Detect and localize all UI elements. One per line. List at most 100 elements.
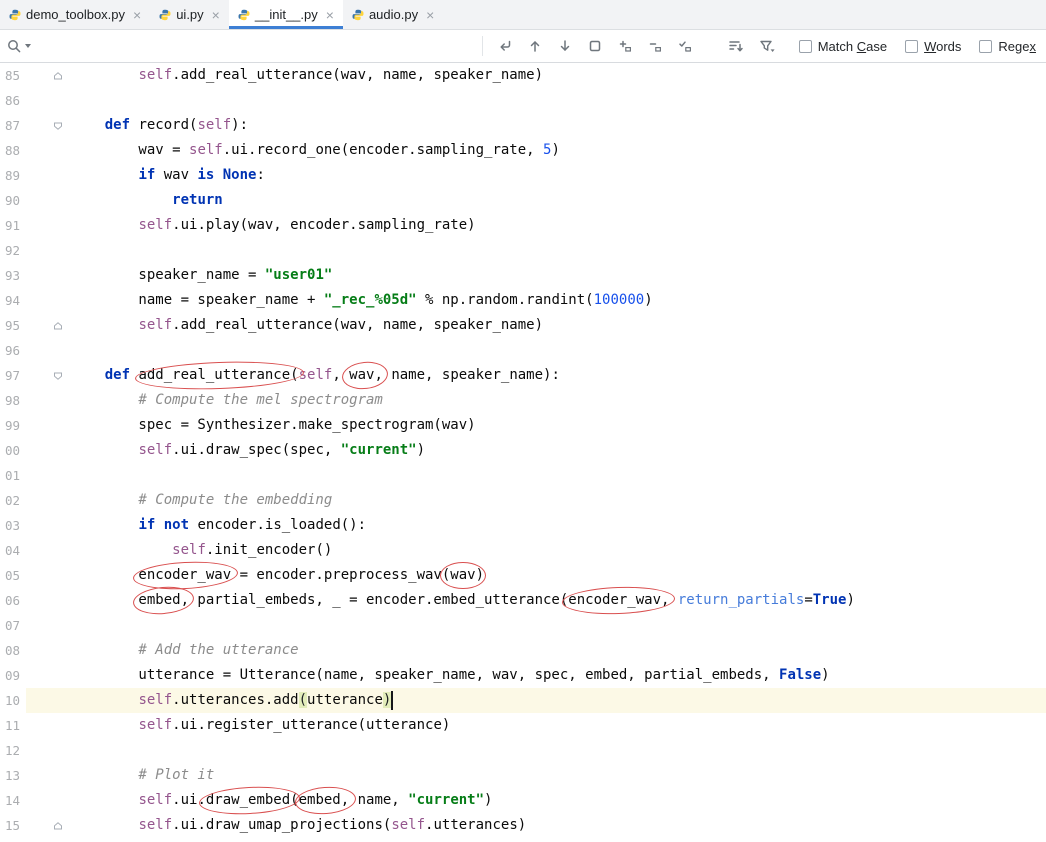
- code-text[interactable]: self.ui.draw_embed(embed, name, "current…: [71, 788, 1046, 813]
- line-number[interactable]: 09: [0, 663, 26, 688]
- code-line[interactable]: 95 self.add_real_utterance(wav, name, sp…: [0, 313, 1046, 338]
- line-body[interactable]: [26, 338, 1046, 363]
- find-in-selection-icon[interactable]: [587, 38, 603, 54]
- line-body[interactable]: encoder_wav = encoder.preprocess_wav(wav…: [26, 563, 1046, 588]
- checkbox-icon[interactable]: [798, 39, 812, 53]
- gutter-cell[interactable]: [26, 788, 71, 813]
- gutter-cell[interactable]: [26, 313, 71, 338]
- gutter-cell[interactable]: [26, 113, 71, 138]
- code-text[interactable]: name = speaker_name + "_rec_%05d" % np.r…: [71, 288, 1046, 313]
- code-text[interactable]: self.add_real_utterance(wav, name, speak…: [71, 313, 1046, 338]
- code-line[interactable]: 99 spec = Synthesizer.make_spectrogram(w…: [0, 413, 1046, 438]
- gutter-cell[interactable]: [26, 88, 71, 113]
- search-history-caret-icon[interactable]: [24, 43, 32, 49]
- line-number[interactable]: 97: [0, 363, 26, 388]
- tab-ui-py[interactable]: ui.py ×: [150, 0, 229, 29]
- code-text[interactable]: embed, partial_embeds, _ = encoder.embed…: [71, 588, 1046, 613]
- line-number[interactable]: 04: [0, 538, 26, 563]
- line-body[interactable]: utterance = Utterance(name, speaker_name…: [26, 663, 1046, 688]
- remove-occurrence-icon[interactable]: [647, 38, 663, 54]
- code-line[interactable]: 08 # Add the utterance: [0, 638, 1046, 663]
- line-body[interactable]: name = speaker_name + "_rec_%05d" % np.r…: [26, 288, 1046, 313]
- gutter-cell[interactable]: [26, 488, 71, 513]
- code-text[interactable]: encoder_wav = encoder.preprocess_wav(wav…: [71, 563, 1046, 588]
- code-line[interactable]: 11 self.ui.register_utterance(utterance): [0, 713, 1046, 738]
- code-text[interactable]: # Plot it: [71, 763, 1046, 788]
- gutter-cell[interactable]: [26, 213, 71, 238]
- line-number[interactable]: 94: [0, 288, 26, 313]
- gutter-cell[interactable]: [26, 588, 71, 613]
- line-number[interactable]: 14: [0, 788, 26, 813]
- tab-__init__-py[interactable]: __init__.py ×: [228, 0, 344, 29]
- code-line[interactable]: 07: [0, 613, 1046, 638]
- code-text[interactable]: [71, 338, 1046, 363]
- code-text[interactable]: self.ui.register_utterance(utterance): [71, 713, 1046, 738]
- line-number[interactable]: 00: [0, 438, 26, 463]
- line-number[interactable]: 93: [0, 263, 26, 288]
- line-body[interactable]: self.ui.draw_umap_projections(self.utter…: [26, 813, 1046, 838]
- filter-lines-icon[interactable]: [727, 38, 744, 54]
- gutter-cell[interactable]: [26, 63, 71, 88]
- line-body[interactable]: # Plot it: [26, 763, 1046, 788]
- line-body[interactable]: spec = Synthesizer.make_spectrogram(wav): [26, 413, 1046, 438]
- code-line[interactable]: 97 def add_real_utterance(self, wav, nam…: [0, 363, 1046, 388]
- fold-end-icon[interactable]: [53, 71, 63, 81]
- code-line[interactable]: 04 self.init_encoder(): [0, 538, 1046, 563]
- line-body[interactable]: def record(self):: [26, 113, 1046, 138]
- code-text[interactable]: def record(self):: [71, 113, 1046, 138]
- code-editor[interactable]: 85 self.add_real_utterance(wav, name, sp…: [0, 63, 1046, 842]
- gutter-cell[interactable]: [26, 338, 71, 363]
- line-body[interactable]: # Add the utterance: [26, 638, 1046, 663]
- gutter-cell[interactable]: [26, 363, 71, 388]
- code-text[interactable]: self.add_real_utterance(wav, name, speak…: [71, 63, 1046, 88]
- code-text[interactable]: def add_real_utterance(self, wav, name, …: [71, 363, 1046, 388]
- line-body[interactable]: # Compute the embedding: [26, 488, 1046, 513]
- code-text[interactable]: [71, 463, 1046, 488]
- gutter-cell[interactable]: [26, 738, 71, 763]
- line-body[interactable]: [26, 463, 1046, 488]
- code-line[interactable]: 85 self.add_real_utterance(wav, name, sp…: [0, 63, 1046, 88]
- code-text[interactable]: utterance = Utterance(name, speaker_name…: [71, 663, 1046, 688]
- code-text[interactable]: self.ui.play(wav, encoder.sampling_rate): [71, 213, 1046, 238]
- gutter-cell[interactable]: [26, 663, 71, 688]
- line-number[interactable]: 99: [0, 413, 26, 438]
- line-number[interactable]: 12: [0, 738, 26, 763]
- line-number[interactable]: 11: [0, 713, 26, 738]
- tab-close-icon[interactable]: ×: [426, 8, 434, 22]
- code-line[interactable]: 87 def record(self):: [0, 113, 1046, 138]
- gutter-cell[interactable]: [26, 388, 71, 413]
- code-text[interactable]: [71, 613, 1046, 638]
- line-number[interactable]: 06: [0, 588, 26, 613]
- line-body[interactable]: speaker_name = "user01": [26, 263, 1046, 288]
- code-text[interactable]: self.init_encoder(): [71, 538, 1046, 563]
- add-occurrence-icon[interactable]: [617, 38, 633, 54]
- gutter-cell[interactable]: [26, 288, 71, 313]
- line-body[interactable]: [26, 613, 1046, 638]
- code-line[interactable]: 03 if not encoder.is_loaded():: [0, 513, 1046, 538]
- select-all-occurrences-icon[interactable]: [677, 38, 693, 54]
- code-line[interactable]: 13 # Plot it: [0, 763, 1046, 788]
- gutter-cell[interactable]: [26, 263, 71, 288]
- gutter-cell[interactable]: [26, 413, 71, 438]
- code-line[interactable]: 14 self.ui.draw_embed(embed, name, "curr…: [0, 788, 1046, 813]
- line-body[interactable]: self.ui.draw_embed(embed, name, "current…: [26, 788, 1046, 813]
- code-line[interactable]: 93 speaker_name = "user01": [0, 263, 1046, 288]
- line-body[interactable]: [26, 738, 1046, 763]
- current-line-highlight[interactable]: self.utterances.add(utterance): [26, 688, 1046, 713]
- checkbox-icon[interactable]: [905, 39, 919, 53]
- newline-icon[interactable]: [497, 38, 513, 54]
- line-number[interactable]: 88: [0, 138, 26, 163]
- line-number[interactable]: 98: [0, 388, 26, 413]
- tab-audio-py[interactable]: audio.py ×: [343, 0, 443, 29]
- line-number[interactable]: 02: [0, 488, 26, 513]
- find-option-match-case[interactable]: Match Case: [798, 39, 887, 54]
- line-number[interactable]: 95: [0, 313, 26, 338]
- line-body[interactable]: self.ui.draw_spec(spec, "current"): [26, 438, 1046, 463]
- gutter-cell[interactable]: [26, 513, 71, 538]
- code-text[interactable]: speaker_name = "user01": [71, 263, 1046, 288]
- code-text[interactable]: wav = self.ui.record_one(encoder.samplin…: [71, 138, 1046, 163]
- gutter-cell[interactable]: [26, 763, 71, 788]
- fold-end-icon[interactable]: [53, 821, 63, 831]
- line-number[interactable]: 87: [0, 113, 26, 138]
- previous-occurrence-icon[interactable]: [527, 38, 543, 54]
